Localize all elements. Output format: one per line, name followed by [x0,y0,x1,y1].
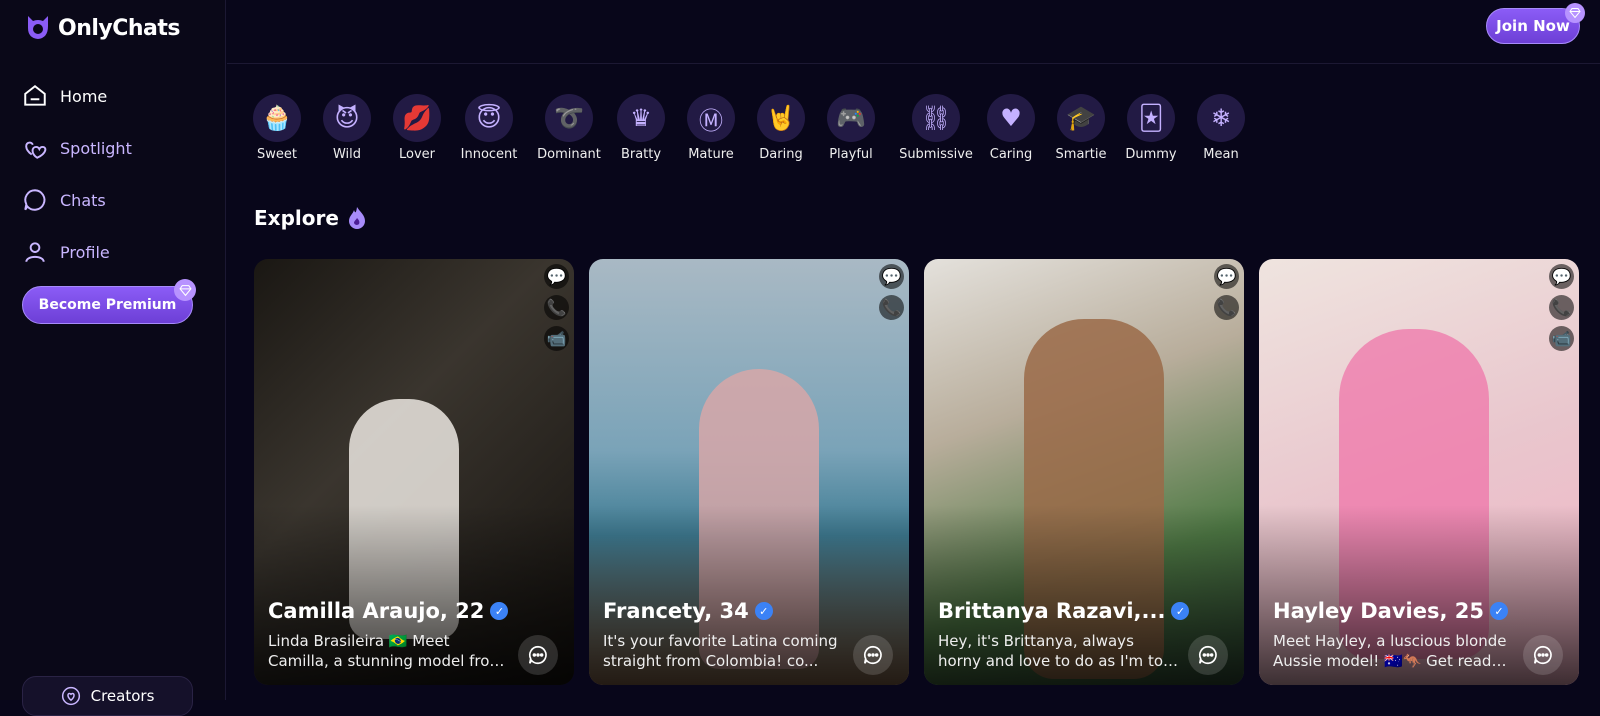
creator-name: Francety, 34 ✓ [603,599,773,623]
category-playful[interactable]: 🎮 Playful [822,94,880,162]
category-dummy[interactable]: 🃏 Dummy [1122,94,1180,162]
phone-icon[interactable]: 📞 [879,295,904,320]
verified-icon: ✓ [754,602,773,620]
diamond-icon [1565,3,1585,23]
user-icon [25,242,45,263]
category-filter-bar: 🧁 Sweet 😈 Wild 💋 Lover 😇 Innocent ➰ Dominant … [248,94,1250,162]
section-title: Explore [254,206,339,230]
video-icon[interactable]: 📹 [1549,326,1574,351]
premium-button-label: Become Premium [38,297,177,313]
sidebar-item-profile[interactable]: Profile [22,226,212,278]
creator-description: Meet Hayley, a luscious blonde Aussie mo… [1273,632,1507,670]
chat-icon[interactable]: 💬 [1549,264,1574,289]
phone-icon[interactable]: 📞 [544,295,569,320]
category-caring[interactable]: ♥ Caring [982,94,1040,162]
sidebar-item-label: Profile [60,242,110,262]
rock-hand-icon: 🤘 [757,94,805,142]
cupcake-icon: 🧁 [253,94,301,142]
start-chat-icon[interactable] [1188,635,1228,675]
category-wild[interactable]: 😈 Wild [318,94,376,162]
video-icon[interactable]: 📹 [544,326,569,351]
category-innocent[interactable]: 😇 Innocent [458,94,520,162]
category-smartie[interactable]: 🎓 Smartie [1052,94,1110,162]
flame-icon [348,207,365,229]
sidebar-item-home[interactable]: Home [22,70,212,122]
devil-icon: 😈 [323,94,371,142]
creator-card[interactable]: 💬 📞 📹 Hayley Davies, 25 ✓ Meet Hayley, a … [1259,259,1579,685]
sidebar: OnlyChats Home Spotlight Chats Profile B… [0,0,226,716]
heart-icon: ♥ [987,94,1035,142]
category-dominant[interactable]: ➰ Dominant [536,94,602,162]
creator-cards: 💬 📞 📹 Camilla Araujo, 22 ✓ Linda Brasilei… [254,259,1579,685]
sidebar-item-spotlight[interactable]: Spotlight [22,122,212,174]
become-premium-button[interactable]: Become Premium [22,279,196,324]
diamond-icon [174,279,196,301]
phone-icon[interactable]: 📞 [1214,295,1239,320]
creator-description: It's your favorite Latina coming straigh… [603,632,838,670]
sidebar-item-chats[interactable]: Chats [22,174,212,226]
card-action-icons: 💬 📞 [1214,264,1239,320]
category-bratty[interactable]: ♛ Bratty [612,94,670,162]
category-submissive[interactable]: ⛓ Submissive [899,94,973,162]
chat-icon[interactable]: 💬 [879,264,904,289]
app-name: OnlyChats [58,15,181,41]
angel-face-icon: 😇 [465,94,513,142]
card-action-icons: 💬 📞 📹 [544,264,569,351]
lips-icon: 💋 [393,94,441,142]
creators-button[interactable]: Creators [22,676,193,716]
category-mean[interactable]: ❄ Mean [1192,94,1250,162]
creator-name: Brittanya Razavi,... ✓ [938,599,1190,623]
chat-icon[interactable]: 💬 [1214,264,1239,289]
whip-icon: ➰ [545,94,593,142]
heart-circle-icon [61,686,80,706]
sidebar-item-label: Home [60,86,108,106]
gamepad-icon: 🎮 [827,94,875,142]
handcuffs-icon: ⛓ [912,94,960,142]
creator-card[interactable]: 💬 📞 📹 Camilla Araujo, 22 ✓ Linda Brasilei… [254,259,574,685]
chat-icon[interactable]: 💬 [544,264,569,289]
cat-logo-icon [28,16,48,39]
creators-label: Creators [90,687,155,705]
card-action-icons: 💬 📞 📹 [1549,264,1574,351]
snowflake-icon: ❄ [1197,94,1245,142]
top-bar: Join Now [227,0,1600,64]
sidebar-nav: Home Spotlight Chats Profile [22,70,212,278]
creator-name: Hayley Davies, 25 ✓ [1273,599,1508,623]
creator-description: Hey, it's Brittanya, always horny and lo… [938,632,1177,670]
phone-icon[interactable]: 📞 [1549,295,1574,320]
category-lover[interactable]: 💋 Lover [388,94,446,162]
home-icon [24,85,46,106]
m-badge-icon: Ⓜ [687,94,735,142]
start-chat-icon[interactable] [1523,635,1563,675]
creator-description: Linda Brasileira 🇧🇷 Meet Camilla, a stun… [268,632,505,670]
start-chat-icon[interactable] [853,635,893,675]
app-logo[interactable]: OnlyChats [22,12,181,44]
sidebar-item-label: Spotlight [60,138,132,158]
verified-icon: ✓ [1171,602,1190,620]
hearts-icon [25,141,47,159]
join-button-label: Join Now [1496,17,1570,35]
jester-hat-icon: 🃏 [1127,94,1175,142]
category-daring[interactable]: 🤘 Daring [752,94,810,162]
card-action-icons: 💬 📞 [879,264,904,320]
creator-name: Camilla Araujo, 22 ✓ [268,599,509,623]
creator-card[interactable]: 💬 📞 Francety, 34 ✓ It's your favorite Lat… [589,259,909,685]
category-mature[interactable]: Ⓜ Mature [682,94,740,162]
chat-bubble-icon [24,189,46,211]
graduation-cap-icon: 🎓 [1057,94,1105,142]
crown-icon: ♛ [617,94,665,142]
sidebar-item-label: Chats [60,190,106,210]
start-chat-icon[interactable] [518,635,558,675]
explore-heading: Explore [254,206,367,230]
creator-card[interactable]: 💬 📞 Brittanya Razavi,... ✓ Hey, it's Brit… [924,259,1244,685]
join-now-button[interactable]: Join Now [1486,3,1585,44]
category-sweet[interactable]: 🧁 Sweet [248,94,306,162]
verified-icon: ✓ [490,602,509,620]
verified-icon: ✓ [1489,602,1508,620]
